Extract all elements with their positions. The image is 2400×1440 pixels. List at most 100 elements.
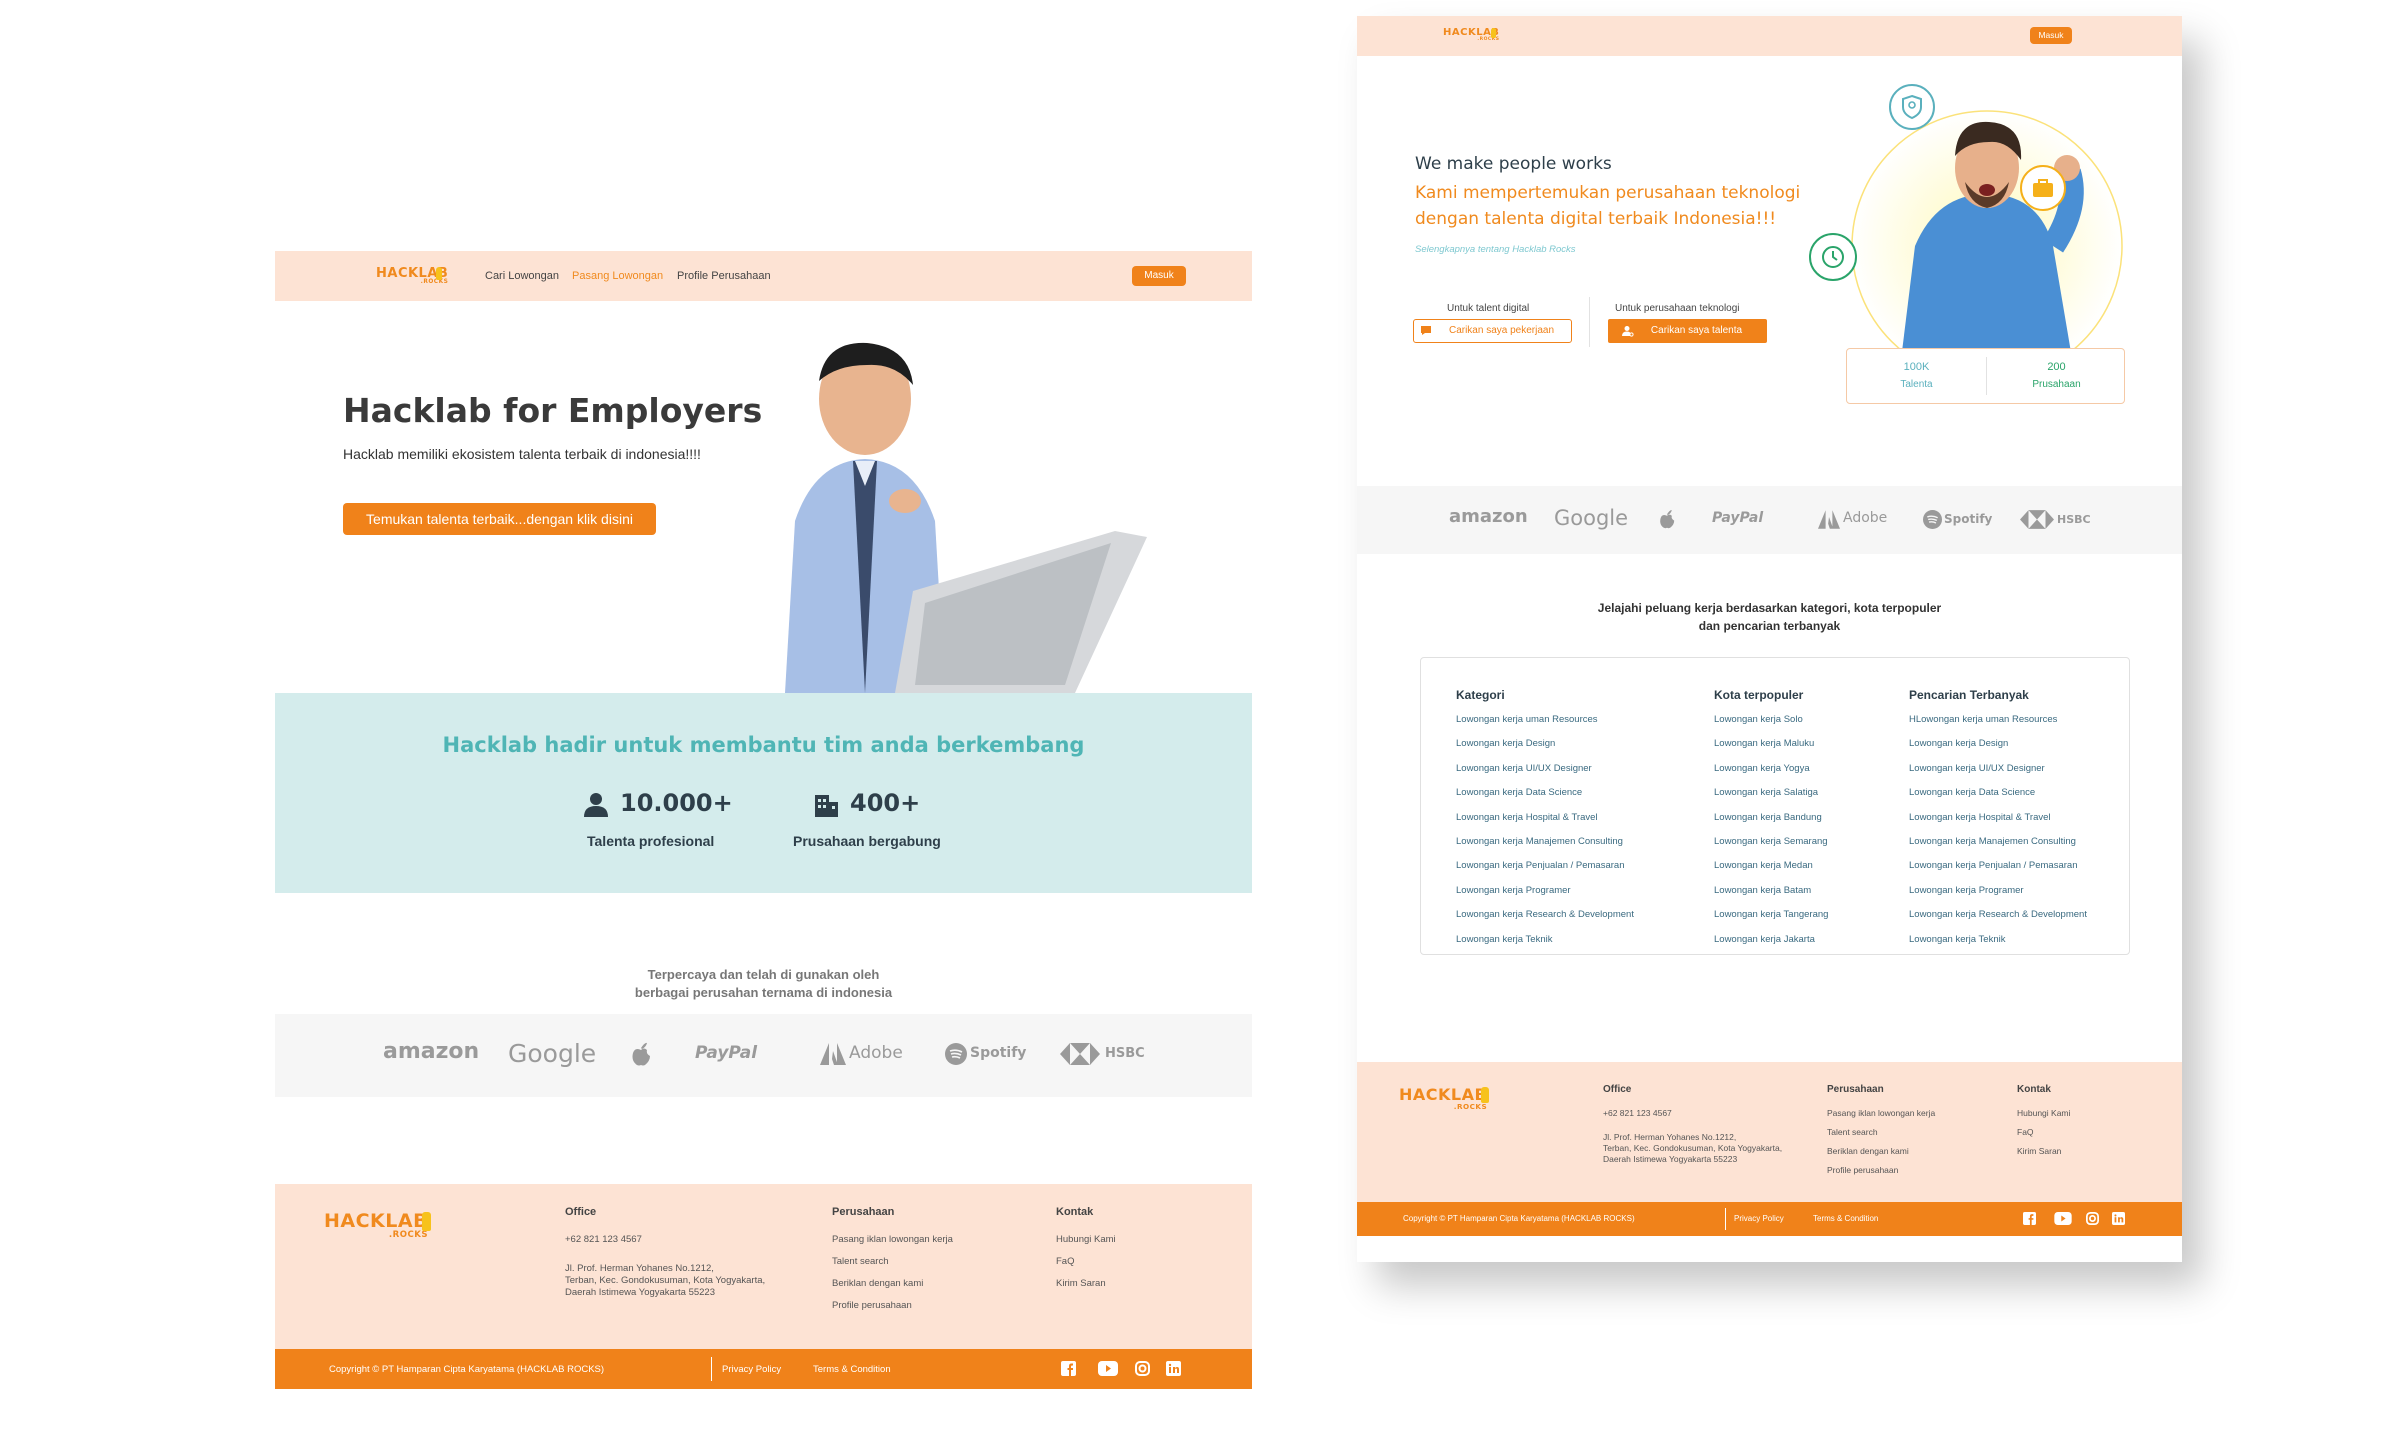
nav-profile-perusahaan[interactable]: Profile Perusahaan	[677, 270, 771, 282]
footer-link-talent-search[interactable]: Talent search	[832, 1256, 889, 1268]
job-link[interactable]: Lowongan kerja Design	[1456, 738, 1555, 749]
job-link[interactable]: Lowongan kerja Programer	[1909, 885, 2024, 896]
user-search-icon	[1622, 326, 1634, 337]
footer-link-profile[interactable]: Profile perusahaan	[832, 1300, 912, 1312]
job-link[interactable]: Lowongan kerja Penjualan / Pemasaran	[1909, 860, 2077, 871]
adobe-logo: Adobe	[1843, 510, 1888, 526]
office-phone: +62 821 123 4567	[565, 1234, 642, 1245]
youtube-icon[interactable]	[1098, 1361, 1118, 1376]
job-link[interactable]: Lowongan kerja Research & Development	[1909, 909, 2087, 920]
adobe-logo: Adobe	[849, 1043, 903, 1063]
apple-logo-icon	[632, 1042, 650, 1066]
hacklab-logo[interactable]: HACKLAB .ROCKS	[1443, 28, 1499, 43]
logo-text: HACKLAB	[1399, 1085, 1488, 1104]
footer-hacklab-logo[interactable]: HACKLAB .ROCKS	[1399, 1085, 1489, 1110]
footer-hacklab-logo[interactable]: HACKLAB .ROCKS	[324, 1210, 431, 1240]
job-link[interactable]: Lowongan kerja Jakarta	[1714, 934, 1815, 945]
privacy-link[interactable]: Privacy Policy	[722, 1364, 781, 1375]
spotify-logo-icon	[1923, 510, 1942, 529]
popular-search-heading: Pencarian Terbanyak	[1909, 688, 2029, 702]
footer-link-faq[interactable]: FaQ	[1056, 1256, 1074, 1268]
footer-link-beriklan[interactable]: Beriklan dengan kami	[1827, 1145, 1909, 1157]
trusted-line-2: berbagai perusahan ternama di indonesia	[634, 985, 893, 1000]
terms-link[interactable]: Terms & Condition	[1813, 1214, 1878, 1223]
logo-text: HACKLAB	[324, 1210, 429, 1232]
footer: HACKLAB .ROCKS Office +62 821 123 4567 J…	[1357, 1062, 2182, 1202]
job-link[interactable]: Lowongan kerja Programer	[1456, 885, 1571, 896]
footer-link-hubungi[interactable]: Hubungi Kami	[1056, 1234, 1116, 1246]
facebook-icon[interactable]	[1061, 1361, 1076, 1376]
job-link[interactable]: Lowongan kerja Penjualan / Pemasaran	[1456, 860, 1624, 871]
explore-line-2: dan pencarian terbanyak	[1698, 619, 1841, 633]
job-link[interactable]: Lowongan kerja Bandung	[1714, 812, 1822, 823]
youtube-icon[interactable]	[2054, 1212, 2072, 1225]
footer-link-kirim-saran[interactable]: Kirim Saran	[2017, 1145, 2061, 1157]
building-icon	[815, 795, 838, 817]
job-link[interactable]: Lowongan kerja Semarang	[1714, 836, 1828, 847]
hsbc-logo: HSBC	[1105, 1046, 1145, 1061]
google-logo: Google	[1554, 506, 1629, 530]
find-talent-button[interactable]: Temukan talenta terbaik...dengan klik di…	[343, 503, 656, 535]
adobe-logo-icon	[820, 1043, 846, 1065]
trusted-text: Terpercaya dan telah di gunakan oleh ber…	[275, 966, 1252, 1002]
job-link[interactable]: Lowongan kerja Research & Development	[1456, 909, 1634, 920]
terms-link[interactable]: Terms & Condition	[813, 1364, 891, 1375]
copyright-text: Copyright © PT Hamparan Cipta Karyatama …	[1403, 1214, 1635, 1223]
job-link[interactable]: Lowongan kerja UI/UX Designer	[1456, 763, 1592, 774]
job-link[interactable]: Lowongan kerja Data Science	[1456, 787, 1582, 798]
talent-count: 100K	[1903, 361, 1930, 373]
office-phone: +62 821 123 4567	[1603, 1108, 1672, 1118]
job-link[interactable]: Lowongan kerja UI/UX Designer	[1909, 763, 2045, 774]
job-link[interactable]: Lowongan kerja Teknik	[1456, 934, 1552, 945]
nav-pasang-lowongan[interactable]: Pasang Lowongan	[572, 270, 663, 282]
hsbc-logo-icon	[1060, 1043, 1100, 1065]
job-link[interactable]: Lowongan kerja Teknik	[1909, 934, 2005, 945]
job-link[interactable]: Lowongan kerja Design	[1909, 738, 2008, 749]
hero-stats-card: 100K Talenta 200 Prusahaan	[1846, 348, 2125, 404]
job-link[interactable]: Lowongan kerja uman Resources	[1456, 714, 1598, 725]
job-link[interactable]: Lowongan kerja Salatiga	[1714, 787, 1818, 798]
job-link[interactable]: Lowongan kerja Data Science	[1909, 787, 2035, 798]
find-job-button[interactable]: Carikan saya pekerjaan	[1413, 319, 1572, 343]
job-link[interactable]: Lowongan kerja Maluku	[1714, 738, 1814, 749]
instagram-icon[interactable]	[1135, 1361, 1150, 1376]
footer-link-beriklan[interactable]: Beriklan dengan kami	[832, 1278, 923, 1290]
footer-link-pasang-iklan[interactable]: Pasang iklan lowongan kerja	[832, 1234, 953, 1246]
instagram-icon[interactable]	[2086, 1212, 2099, 1225]
job-link[interactable]: Lowongan kerja Hospital & Travel	[1456, 812, 1598, 823]
job-link[interactable]: Lowongan kerja Medan	[1714, 860, 1813, 871]
job-link[interactable]: Lowongan kerja Hospital & Travel	[1909, 812, 2051, 823]
shield-icon	[1889, 84, 1935, 130]
footer-link-faq[interactable]: FaQ	[2017, 1126, 2034, 1138]
footer-link-pasang-iklan[interactable]: Pasang iklan lowongan kerja	[1827, 1107, 1935, 1119]
bulb-icon	[436, 267, 442, 280]
login-button[interactable]: Masuk	[2030, 27, 2072, 44]
more-about-link[interactable]: Selengkapnya tentang Hacklab Rocks	[1415, 244, 1576, 255]
job-link[interactable]: Lowongan kerja Manajemen Consulting	[1909, 836, 2076, 847]
login-button[interactable]: Masuk	[1132, 266, 1186, 286]
job-link[interactable]: Lowongan kerja Solo	[1714, 714, 1803, 725]
job-link[interactable]: HLowongan kerja uman Resources	[1909, 714, 2057, 725]
footer-link-hubungi[interactable]: Hubungi Kami	[2017, 1107, 2070, 1119]
job-link[interactable]: Lowongan kerja Manajemen Consulting	[1456, 836, 1623, 847]
bulb-icon	[1481, 1087, 1489, 1103]
linkedin-icon[interactable]	[1166, 1361, 1181, 1376]
facebook-icon[interactable]	[2023, 1212, 2036, 1225]
divider	[711, 1357, 712, 1381]
hacklab-logo[interactable]: HACKLAB .ROCKS	[376, 267, 448, 286]
logo-subtext: .ROCKS	[388, 1230, 429, 1240]
job-link[interactable]: Lowongan kerja Batam	[1714, 885, 1811, 896]
nav-cari-lowongan[interactable]: Cari Lowongan	[485, 270, 559, 282]
find-talent-button[interactable]: Carikan saya talenta	[1608, 319, 1767, 343]
job-link[interactable]: Lowongan kerja Tangerang	[1714, 909, 1828, 920]
privacy-link[interactable]: Privacy Policy	[1734, 1214, 1784, 1223]
job-link[interactable]: Lowongan kerja Yogya	[1714, 763, 1810, 774]
paypal-logo: PayPal	[1712, 510, 1764, 526]
footer-link-profile[interactable]: Profile perusahaan	[1827, 1164, 1898, 1176]
footer-link-talent-search[interactable]: Talent search	[1827, 1126, 1878, 1138]
talent-count: 10.000+	[620, 789, 733, 817]
talent-label: Talenta profesional	[587, 833, 715, 849]
top-navbar: HACKLAB .ROCKS Cari Lowongan Pasang Lowo…	[275, 251, 1252, 301]
footer-link-kirim-saran[interactable]: Kirim Saran	[1056, 1278, 1106, 1290]
linkedin-icon[interactable]	[2112, 1212, 2125, 1225]
